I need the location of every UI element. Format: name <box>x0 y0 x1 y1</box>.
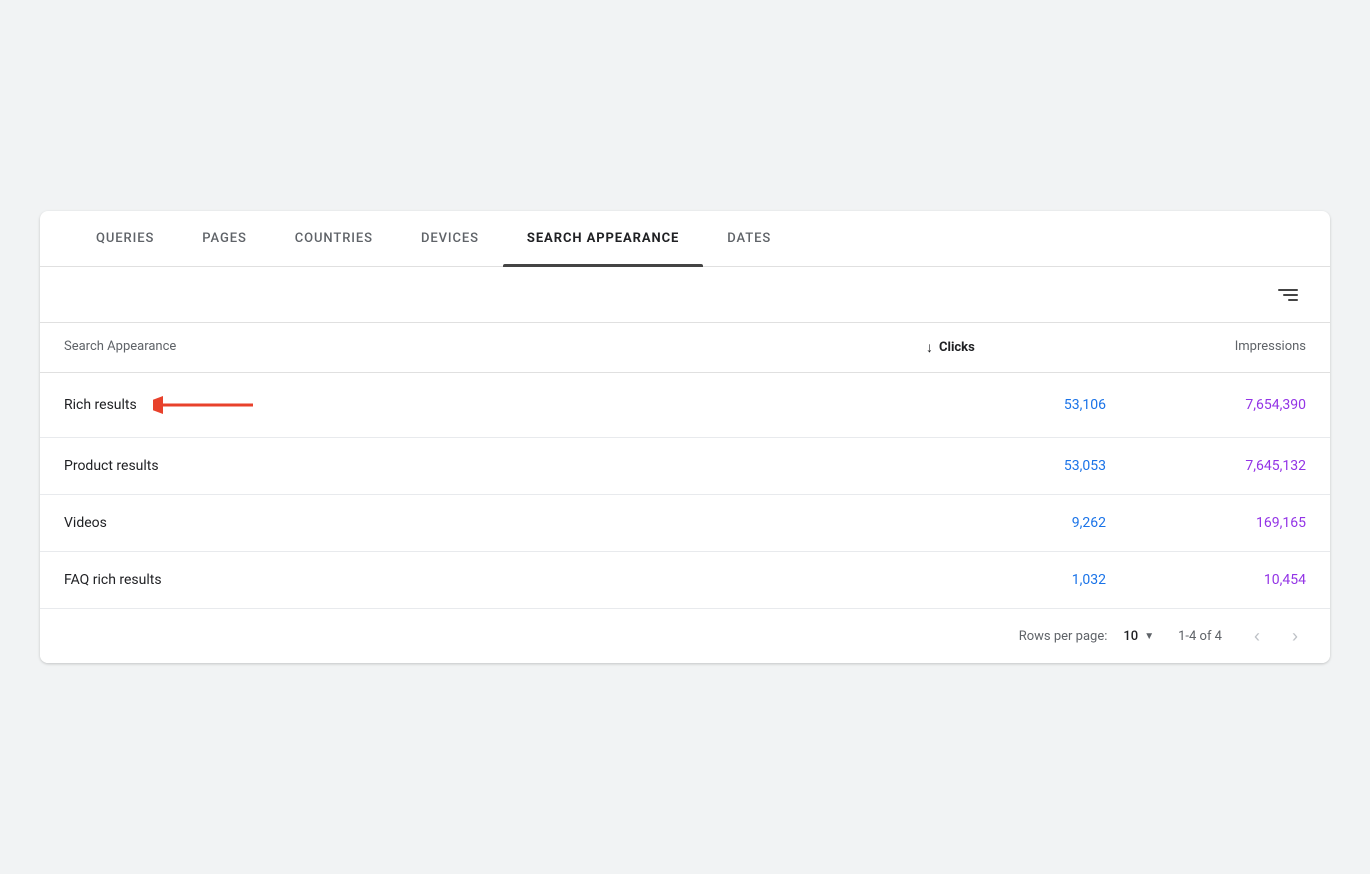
tab-queries[interactable]: QUERIES <box>72 211 178 266</box>
table-header: Search Appearance ↓ Clicks Impressions <box>40 323 1330 373</box>
red-arrow-annotation <box>153 393 253 417</box>
col-header-impressions[interactable]: Impressions <box>1106 339 1306 356</box>
row-impressions-videos: 169,165 <box>1106 515 1306 531</box>
tab-countries[interactable]: COUNTRIES <box>271 211 397 266</box>
prev-page-button[interactable]: ‹ <box>1246 623 1268 649</box>
pagination-bar: Rows per page: 10 ▼ 1-4 of 4 ‹ › <box>40 609 1330 663</box>
tab-search-appearance[interactable]: SEARCH APPEARANCE <box>503 211 703 266</box>
table-row[interactable]: FAQ rich results 1,032 10,454 <box>40 552 1330 609</box>
page-range-info: 1-4 of 4 <box>1178 629 1222 644</box>
filter-button[interactable] <box>1270 281 1306 309</box>
row-impressions-product-results: 7,645,132 <box>1106 458 1306 474</box>
next-page-button[interactable]: › <box>1284 623 1306 649</box>
rows-per-page-label: Rows per page: <box>1019 629 1108 644</box>
tab-navigation: QUERIES PAGES COUNTRIES DEVICES SEARCH A… <box>40 211 1330 267</box>
row-clicks-faq: 1,032 <box>926 572 1106 588</box>
filter-bar <box>40 267 1330 323</box>
filter-line-3 <box>1288 299 1298 301</box>
row-label-faq-rich-results: FAQ rich results <box>64 572 926 588</box>
filter-line-1 <box>1278 289 1298 291</box>
row-clicks-videos: 9,262 <box>926 515 1106 531</box>
row-label-rich-results: Rich results <box>64 393 926 417</box>
table-row[interactable]: Product results 53,053 7,645,132 <box>40 438 1330 495</box>
rows-per-page-value: 10 <box>1123 629 1138 644</box>
row-clicks-product-results: 53,053 <box>926 458 1106 474</box>
col-clicks-label: Clicks <box>939 340 975 355</box>
row-clicks-rich-results: 53,106 <box>926 397 1106 413</box>
row-label-videos: Videos <box>64 515 926 531</box>
tab-pages[interactable]: PAGES <box>178 211 270 266</box>
rows-per-page-dropdown[interactable]: 10 ▼ <box>1123 629 1154 644</box>
row-impressions-rich-results: 7,654,390 <box>1106 397 1306 413</box>
filter-line-2 <box>1283 294 1298 296</box>
row-impressions-faq: 10,454 <box>1106 572 1306 588</box>
table-row[interactable]: Rich results 53,106 7,654,390 <box>40 373 1330 438</box>
dropdown-arrow-icon: ▼ <box>1144 631 1154 642</box>
row-label-product-results: Product results <box>64 458 926 474</box>
table-row[interactable]: Videos 9,262 169,165 <box>40 495 1330 552</box>
tab-dates[interactable]: DATES <box>703 211 795 266</box>
tab-devices[interactable]: DEVICES <box>397 211 503 266</box>
red-arrow-icon <box>153 393 253 417</box>
data-table: Search Appearance ↓ Clicks Impressions R… <box>40 323 1330 609</box>
sort-arrow-icon: ↓ <box>926 339 933 356</box>
main-card: QUERIES PAGES COUNTRIES DEVICES SEARCH A… <box>40 211 1330 663</box>
col-header-dimension: Search Appearance <box>64 339 926 356</box>
col-header-clicks[interactable]: ↓ Clicks <box>926 339 1106 356</box>
